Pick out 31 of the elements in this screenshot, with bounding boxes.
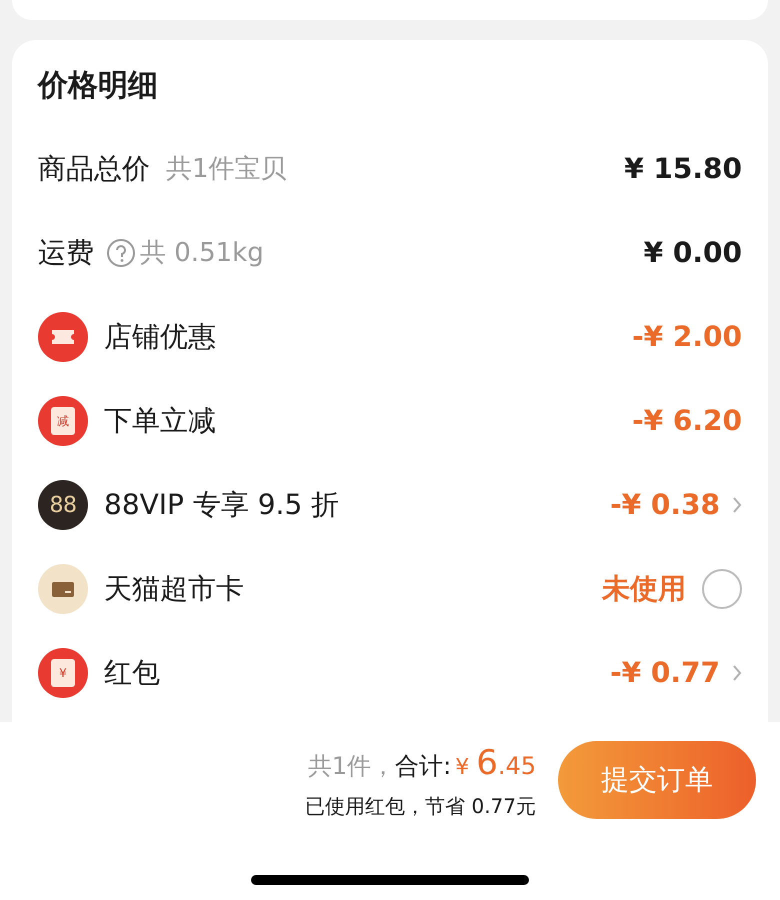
discount-value: -¥ 0.38 <box>610 487 720 523</box>
discount-value: -¥ 0.77 <box>610 655 720 691</box>
savings-note: 已使用红包，节省 0.77元 <box>305 793 536 820</box>
radio-button[interactable] <box>702 569 742 609</box>
price-value: ¥ 15.80 <box>624 151 742 187</box>
submit-order-button[interactable]: 提交订单 <box>558 740 756 818</box>
discount-value: -¥ 2.00 <box>632 319 742 355</box>
chevron-icon <box>732 496 742 514</box>
discount-value: -¥ 6.20 <box>632 403 742 439</box>
row-label: 红包 <box>104 655 160 691</box>
row-label: 88VIP 专享 9.5 折 <box>104 487 340 523</box>
total-price: ¥ 6.45 <box>455 742 536 785</box>
price-value: ¥ 0.00 <box>644 235 742 271</box>
envelope-icon: ¥ <box>38 648 88 698</box>
row-label: 店铺优惠 <box>104 319 216 355</box>
card-icon <box>38 564 88 614</box>
row-note: 共 0.51kg <box>140 236 264 270</box>
ticket-icon <box>38 312 88 362</box>
item-count: 共1件， <box>308 751 396 782</box>
row-label: 天猫超市卡 <box>104 571 244 607</box>
help-icon[interactable] <box>106 238 136 268</box>
row-note: 共1件宝贝 <box>166 152 287 186</box>
chevron-icon <box>732 664 742 682</box>
status-text: 未使用 <box>602 571 686 607</box>
badge-icon: 88 <box>38 480 88 530</box>
card-title: 价格明细 <box>38 66 159 104</box>
row-label: 商品总价 <box>38 151 150 187</box>
envelope-icon: 减 <box>38 396 88 446</box>
row-label: 下单立减 <box>104 403 216 439</box>
row-label: 运费 <box>38 235 94 271</box>
total-label: 合计: <box>395 751 452 782</box>
